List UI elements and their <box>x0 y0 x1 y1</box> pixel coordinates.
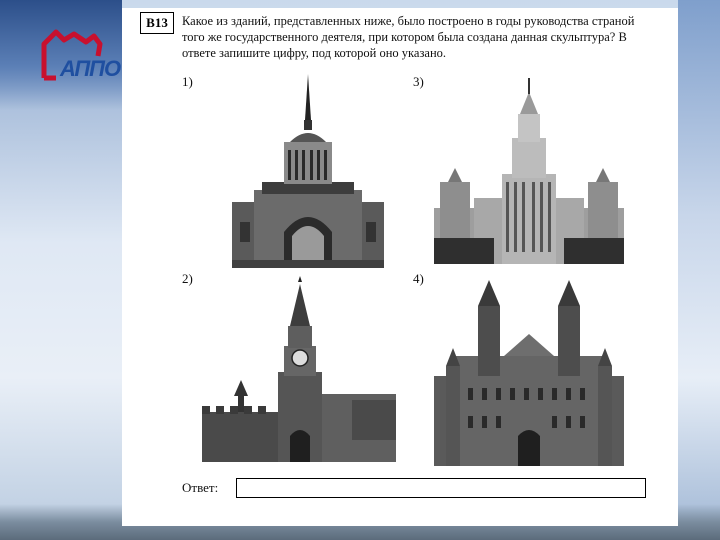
option-label-4: 4) <box>413 271 424 286</box>
spasskaya-tower-image <box>202 276 396 462</box>
option-label-3: 3) <box>413 74 424 89</box>
moscow-university-building-image <box>434 78 624 264</box>
answer-label: Ответ: <box>182 480 219 495</box>
option-label-2: 2) <box>182 271 193 286</box>
logo-text: АППО <box>60 56 121 81</box>
question-text: Какое из зданий, представленных ниже, бы… <box>182 14 635 60</box>
option-label-1: 1) <box>182 74 193 89</box>
task-number: B13 <box>140 12 174 34</box>
answer-input-box[interactable] <box>236 478 646 498</box>
admiralty-building-image <box>232 74 384 268</box>
right-background-band <box>678 0 720 540</box>
historical-museum-building-image <box>434 280 624 466</box>
